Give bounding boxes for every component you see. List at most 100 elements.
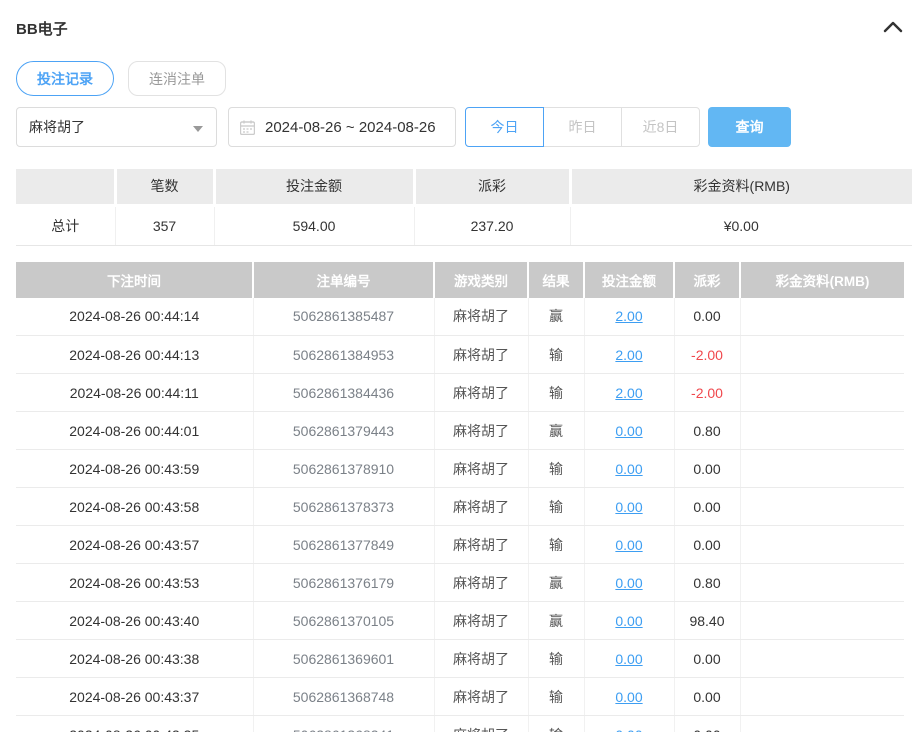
bet-amount-link[interactable]: 0.00 bbox=[615, 689, 642, 705]
bet-time-cell: 2024-08-26 00:44:01 bbox=[16, 412, 253, 450]
game-select-value: 麻将胡了 bbox=[29, 117, 85, 137]
bet-time-cell: 2024-08-26 00:43:35 bbox=[16, 716, 253, 732]
result-cell: 赢 bbox=[528, 298, 584, 336]
summary-col-blank bbox=[16, 169, 115, 205]
bet-amount-link[interactable]: 0.00 bbox=[615, 575, 642, 591]
bet-id-cell: 5062861378373 bbox=[253, 488, 434, 526]
game-type-cell: 麻将胡了 bbox=[434, 602, 528, 640]
game-type-cell: 麻将胡了 bbox=[434, 564, 528, 602]
bet-amount-cell: 0.00 bbox=[584, 564, 674, 602]
col-payout: 派彩 bbox=[674, 262, 740, 298]
bet-amount-cell: 2.00 bbox=[584, 374, 674, 412]
summary-total-label: 总计 bbox=[16, 205, 115, 245]
yesterday-button[interactable]: 昨日 bbox=[543, 107, 622, 147]
bet-amount-cell: 0.00 bbox=[584, 488, 674, 526]
filter-bar: 麻将胡了 2024-08-26 ~ 2024-08-26 今日 昨日 近8日 查… bbox=[16, 107, 912, 147]
bet-table-body: 2024-08-26 00:44:14 5062861385487 麻将胡了 赢… bbox=[16, 298, 904, 732]
summary-col-bonus: 彩金资料(RMB) bbox=[570, 169, 912, 205]
bet-time-cell: 2024-08-26 00:43:38 bbox=[16, 640, 253, 678]
summary-header-row: 笔数 投注金额 派彩 彩金资料(RMB) bbox=[16, 169, 912, 205]
result-cell: 赢 bbox=[528, 412, 584, 450]
bet-time-cell: 2024-08-26 00:43:58 bbox=[16, 488, 253, 526]
table-row: 2024-08-26 00:44:01 5062861379443 麻将胡了 赢… bbox=[16, 412, 904, 450]
bet-amount-link[interactable]: 0.00 bbox=[615, 613, 642, 629]
tab-cascaded-bets[interactable]: 连消注单 bbox=[128, 61, 226, 96]
bonus-cell bbox=[740, 450, 904, 488]
calendar-icon bbox=[240, 120, 255, 139]
result-cell: 输 bbox=[528, 374, 584, 412]
summary-total-row: 总计 357 594.00 237.20 ¥0.00 bbox=[16, 205, 912, 245]
game-type-cell: 麻将胡了 bbox=[434, 526, 528, 564]
bet-amount-link[interactable]: 0.00 bbox=[615, 423, 642, 439]
table-row: 2024-08-26 00:43:53 5062861376179 麻将胡了 赢… bbox=[16, 564, 904, 602]
bet-amount-link[interactable]: 0.00 bbox=[615, 461, 642, 477]
record-type-tabs: 投注记录 连消注单 bbox=[16, 61, 912, 96]
bet-id-cell: 5062861384436 bbox=[253, 374, 434, 412]
summary-table: 笔数 投注金额 派彩 彩金资料(RMB) 总计 357 594.00 237.2… bbox=[16, 169, 912, 246]
bet-amount-link[interactable]: 0.00 bbox=[615, 537, 642, 553]
table-row: 2024-08-26 00:43:38 5062861369601 麻将胡了 输… bbox=[16, 640, 904, 678]
summary-col-payout: 派彩 bbox=[414, 169, 570, 205]
bonus-cell bbox=[740, 488, 904, 526]
payout-cell: 0.80 bbox=[674, 564, 740, 602]
date-range-input[interactable]: 2024-08-26 ~ 2024-08-26 bbox=[228, 107, 456, 147]
result-cell: 输 bbox=[528, 488, 584, 526]
bet-amount-link[interactable]: 0.00 bbox=[615, 499, 642, 515]
payout-cell: 0.00 bbox=[674, 640, 740, 678]
bet-id-cell: 5062861368241 bbox=[253, 716, 434, 732]
payout-cell: 98.40 bbox=[674, 602, 740, 640]
game-select[interactable]: 麻将胡了 bbox=[16, 107, 217, 147]
panel-header: BB电子 bbox=[16, 0, 912, 40]
bet-records-table: 下注时间 注单编号 游戏类别 结果 投注金额 派彩 彩金资料(RMB) 2024… bbox=[16, 262, 904, 732]
bet-time-cell: 2024-08-26 00:44:14 bbox=[16, 298, 253, 336]
table-row: 2024-08-26 00:43:35 5062861368241 麻将胡了 输… bbox=[16, 716, 904, 732]
bet-id-cell: 5062861384953 bbox=[253, 336, 434, 374]
quick-date-buttons: 今日 昨日 近8日 bbox=[465, 107, 700, 147]
bet-time-cell: 2024-08-26 00:43:57 bbox=[16, 526, 253, 564]
betting-records-panel: BB电子 投注记录 连消注单 麻将胡了 2024-08-26 ~ 2024-08… bbox=[0, 0, 912, 732]
bonus-cell bbox=[740, 526, 904, 564]
bet-amount-link[interactable]: 2.00 bbox=[615, 308, 642, 324]
payout-cell: 0.00 bbox=[674, 298, 740, 336]
game-type-cell: 麻将胡了 bbox=[434, 336, 528, 374]
bet-id-cell: 5062861385487 bbox=[253, 298, 434, 336]
bet-amount-cell: 0.00 bbox=[584, 678, 674, 716]
bet-time-cell: 2024-08-26 00:44:13 bbox=[16, 336, 253, 374]
result-cell: 输 bbox=[528, 336, 584, 374]
table-row: 2024-08-26 00:43:59 5062861378910 麻将胡了 输… bbox=[16, 450, 904, 488]
bet-amount-cell: 2.00 bbox=[584, 298, 674, 336]
summary-total-count: 357 bbox=[115, 205, 214, 245]
bonus-cell bbox=[740, 336, 904, 374]
bet-time-cell: 2024-08-26 00:43:53 bbox=[16, 564, 253, 602]
bet-amount-link[interactable]: 2.00 bbox=[615, 385, 642, 401]
bet-amount-link[interactable]: 0.00 bbox=[615, 651, 642, 667]
result-cell: 赢 bbox=[528, 602, 584, 640]
bonus-cell bbox=[740, 374, 904, 412]
last-8-days-button[interactable]: 近8日 bbox=[621, 107, 700, 147]
bonus-cell bbox=[740, 298, 904, 336]
collapse-panel-button[interactable] bbox=[882, 18, 904, 40]
caret-down-icon bbox=[193, 126, 203, 132]
col-result: 结果 bbox=[528, 262, 584, 298]
bet-time-cell: 2024-08-26 00:43:59 bbox=[16, 450, 253, 488]
bet-amount-cell: 0.00 bbox=[584, 450, 674, 488]
bet-amount-cell: 0.00 bbox=[584, 640, 674, 678]
bet-id-cell: 5062861379443 bbox=[253, 412, 434, 450]
table-row: 2024-08-26 00:43:37 5062861368748 麻将胡了 输… bbox=[16, 678, 904, 716]
tab-bet-records[interactable]: 投注记录 bbox=[16, 61, 114, 96]
game-type-cell: 麻将胡了 bbox=[434, 450, 528, 488]
today-button[interactable]: 今日 bbox=[465, 107, 544, 147]
table-row: 2024-08-26 00:43:58 5062861378373 麻将胡了 输… bbox=[16, 488, 904, 526]
payout-cell: 0.80 bbox=[674, 412, 740, 450]
query-button[interactable]: 查询 bbox=[708, 107, 791, 147]
game-type-cell: 麻将胡了 bbox=[434, 678, 528, 716]
result-cell: 输 bbox=[528, 716, 584, 732]
bet-amount-cell: 0.00 bbox=[584, 602, 674, 640]
bet-amount-link[interactable]: 0.00 bbox=[615, 727, 642, 732]
game-type-cell: 麻将胡了 bbox=[434, 716, 528, 732]
table-row: 2024-08-26 00:44:14 5062861385487 麻将胡了 赢… bbox=[16, 298, 904, 336]
col-bet-amount: 投注金额 bbox=[584, 262, 674, 298]
result-cell: 赢 bbox=[528, 564, 584, 602]
bonus-cell bbox=[740, 412, 904, 450]
bet-amount-link[interactable]: 2.00 bbox=[615, 347, 642, 363]
